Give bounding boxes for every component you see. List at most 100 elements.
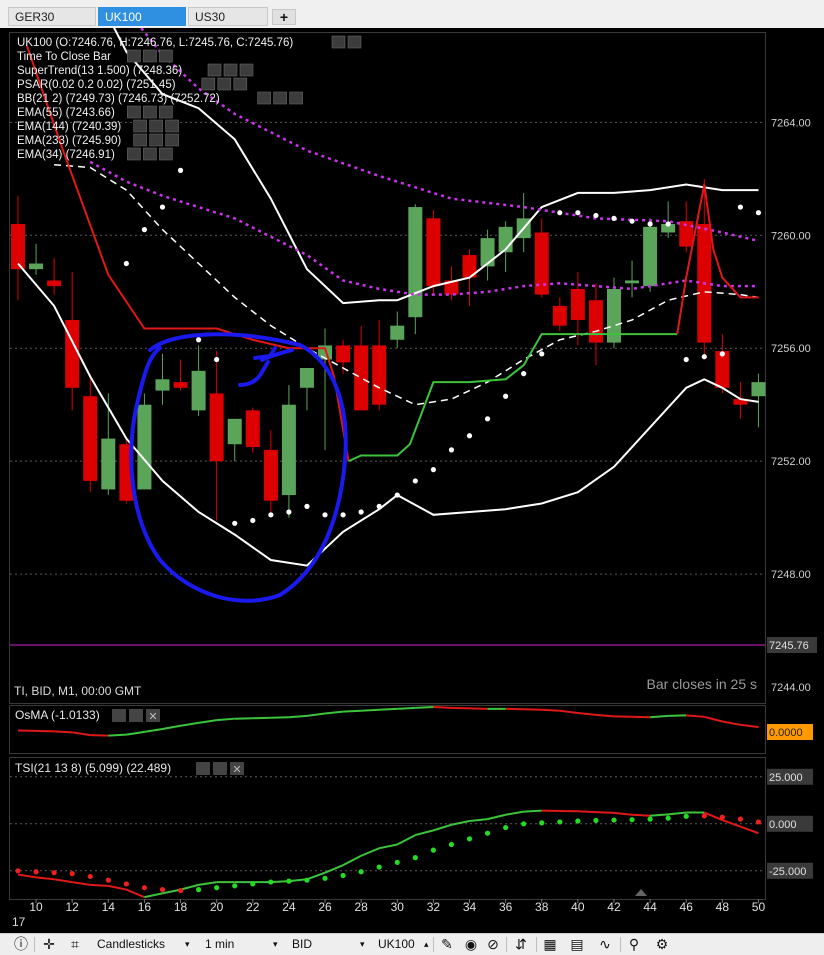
legend-item: SuperTrend(13 1.500) (7248.36) <box>17 65 182 77</box>
x-axis-corner-label: 17 <box>12 915 26 929</box>
x-tick-label: 26 <box>318 900 332 914</box>
gear-icon[interactable] <box>213 762 227 775</box>
tsi-signal-dot <box>648 817 653 822</box>
tab-us30[interactable]: US30 <box>188 7 268 26</box>
grid-icon[interactable]: ▦ <box>541 936 559 953</box>
osma-segment <box>54 731 72 732</box>
tsi-segment <box>90 885 108 886</box>
chart-type-select[interactable]: Candlesticks▾ <box>97 934 193 955</box>
tsi-signal-dot <box>503 825 508 830</box>
eye-icon <box>127 148 140 160</box>
settings-icon[interactable]: ⚙ <box>653 936 671 953</box>
divider <box>506 937 507 952</box>
gear-icon[interactable] <box>129 709 143 722</box>
add-tab-button[interactable]: + <box>272 9 296 25</box>
hide-eye-icon[interactable]: ⊘ <box>484 936 502 953</box>
info-icon[interactable]: ⓘ <box>12 936 30 953</box>
legend-item: EMA(144) (7240.39) <box>17 121 121 133</box>
tsi-signal-dot <box>232 883 237 888</box>
eye-icon[interactable]: ◉ <box>462 936 480 953</box>
templates-icon[interactable]: ▤ <box>568 936 586 953</box>
tsi-segment <box>524 811 542 812</box>
osma-segment <box>217 719 235 720</box>
chart-canvas[interactable]: 7244.007248.007252.007256.007260.007264.… <box>0 28 824 933</box>
candle-body <box>47 280 61 286</box>
candle-body <box>589 300 603 342</box>
osma-segment <box>596 715 614 716</box>
psar-dot <box>142 227 147 232</box>
psar-dot <box>449 447 454 452</box>
y-tick-label: 7252.00 <box>771 456 811 468</box>
x-tick-label: 40 <box>571 900 585 914</box>
tsi-signal-dot <box>684 814 689 819</box>
pencil-icon[interactable]: ✎ <box>438 936 456 953</box>
price-type-select[interactable]: BID▾ <box>292 934 368 955</box>
psar-dot <box>286 509 291 514</box>
gear-icon <box>143 148 156 160</box>
close-icon <box>234 78 247 90</box>
dropdown-arrow-icon: ▴ <box>424 934 429 955</box>
candle-body <box>228 419 242 444</box>
chart-area[interactable]: 7244.007248.007252.007256.007260.007264.… <box>0 28 824 933</box>
osma-segment <box>686 715 704 716</box>
tsi-controls: ✕ <box>196 762 244 776</box>
eye-icon <box>127 106 140 118</box>
link-icon[interactable]: ⚲ <box>625 936 643 953</box>
psar-dot <box>359 509 364 514</box>
x-tick-label: 14 <box>102 900 116 914</box>
gear-icon <box>150 134 163 146</box>
y-tick-label: 7256.00 <box>771 343 811 355</box>
x-tick-label: 50 <box>752 900 766 914</box>
osma-segment <box>289 716 307 717</box>
eye-icon[interactable] <box>112 709 126 722</box>
psar-dot <box>413 478 418 483</box>
candle-body <box>408 207 422 317</box>
candle-body <box>282 405 296 495</box>
crosshair-icon[interactable]: ✛ <box>40 936 58 953</box>
gear-icon <box>143 106 156 118</box>
indicator-icon[interactable]: ∿ <box>596 936 614 953</box>
tsi-signal-dot <box>431 848 436 853</box>
candle-body <box>643 227 657 286</box>
candle-body <box>336 345 350 362</box>
tsi-signal-dot <box>377 864 382 869</box>
candle-body <box>625 280 639 283</box>
candle-body <box>300 368 314 388</box>
x-axis: 1012141618202224262830323436384042444648… <box>29 899 765 914</box>
gear-icon <box>224 64 237 76</box>
symbol-select[interactable]: UK100▴ <box>378 934 434 955</box>
tsi-signal-dot <box>340 873 345 878</box>
candle-body <box>246 410 260 447</box>
x-tick-label: 48 <box>716 900 730 914</box>
tab-ger30[interactable]: GER30 <box>8 7 96 26</box>
osma-segment <box>415 707 433 708</box>
close-glyph: ✕ <box>232 764 241 776</box>
tsi-signal-dot <box>485 831 490 836</box>
sort-icon[interactable]: ⇵ <box>512 936 530 953</box>
timeframe-select[interactable]: 1 min▾ <box>205 934 285 955</box>
osma-controls: ✕ <box>112 709 160 723</box>
legend-item: PSAR(0.02 0.2 0.02) (7251.45) <box>17 79 176 91</box>
tsi-signal-dot <box>268 879 273 884</box>
osma-segment <box>650 716 668 717</box>
eye-icon <box>208 64 221 76</box>
tsi-signal-dot <box>467 836 472 841</box>
eye-icon[interactable] <box>196 762 210 775</box>
crop-icon[interactable]: ⌗ <box>66 936 84 953</box>
x-tick-label: 44 <box>643 900 657 914</box>
close-icon <box>166 134 179 146</box>
x-tick-label: 34 <box>463 900 477 914</box>
x-tick-label: 24 <box>282 900 296 914</box>
tsi-signal-dot <box>720 815 725 820</box>
tsi-signal-dot <box>702 813 707 818</box>
psar-dot <box>503 394 508 399</box>
psar-dot <box>629 219 634 224</box>
tsi-segment <box>578 811 596 812</box>
osma-segment <box>361 710 379 711</box>
psar-dot <box>214 357 219 362</box>
psar-dot <box>268 512 273 517</box>
tsi-signal-dot <box>738 817 743 822</box>
gear-icon <box>348 36 361 48</box>
psar-dot <box>485 416 490 421</box>
tab-uk100[interactable]: UK100 <box>98 7 186 26</box>
